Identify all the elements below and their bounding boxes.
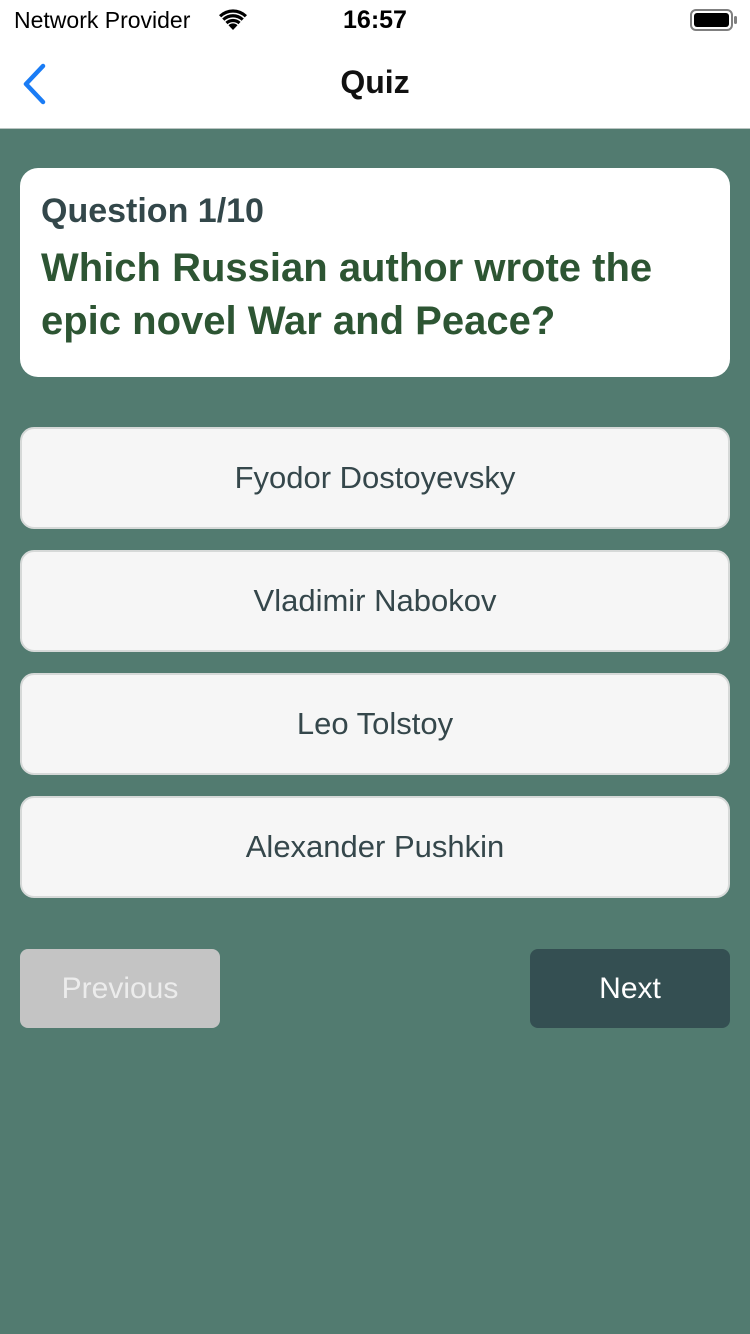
- question-card: Question 1/10 Which Russian author wrote…: [20, 168, 730, 377]
- answer-option-1[interactable]: Fyodor Dostoyevsky: [20, 427, 730, 529]
- answer-option-3[interactable]: Leo Tolstoy: [20, 673, 730, 775]
- next-button[interactable]: Next: [530, 949, 730, 1028]
- previous-button[interactable]: Previous: [20, 949, 220, 1028]
- status-bar: Network Provider 16:57: [0, 0, 750, 40]
- question-counter: Question 1/10: [41, 192, 264, 230]
- answer-option-4[interactable]: Alexander Pushkin: [20, 796, 730, 898]
- answer-option-2[interactable]: Vladimir Nabokov: [20, 550, 730, 652]
- page-title: Quiz: [340, 64, 410, 100]
- battery-full-icon: [690, 9, 737, 31]
- answer-list: Fyodor Dostoyevsky Vladimir Nabokov Leo …: [20, 427, 730, 919]
- question-text: Which Russian author wrote the epic nove…: [41, 246, 653, 343]
- clock-time: 16:57: [343, 6, 407, 34]
- navigation-bar: Quiz: [0, 40, 750, 129]
